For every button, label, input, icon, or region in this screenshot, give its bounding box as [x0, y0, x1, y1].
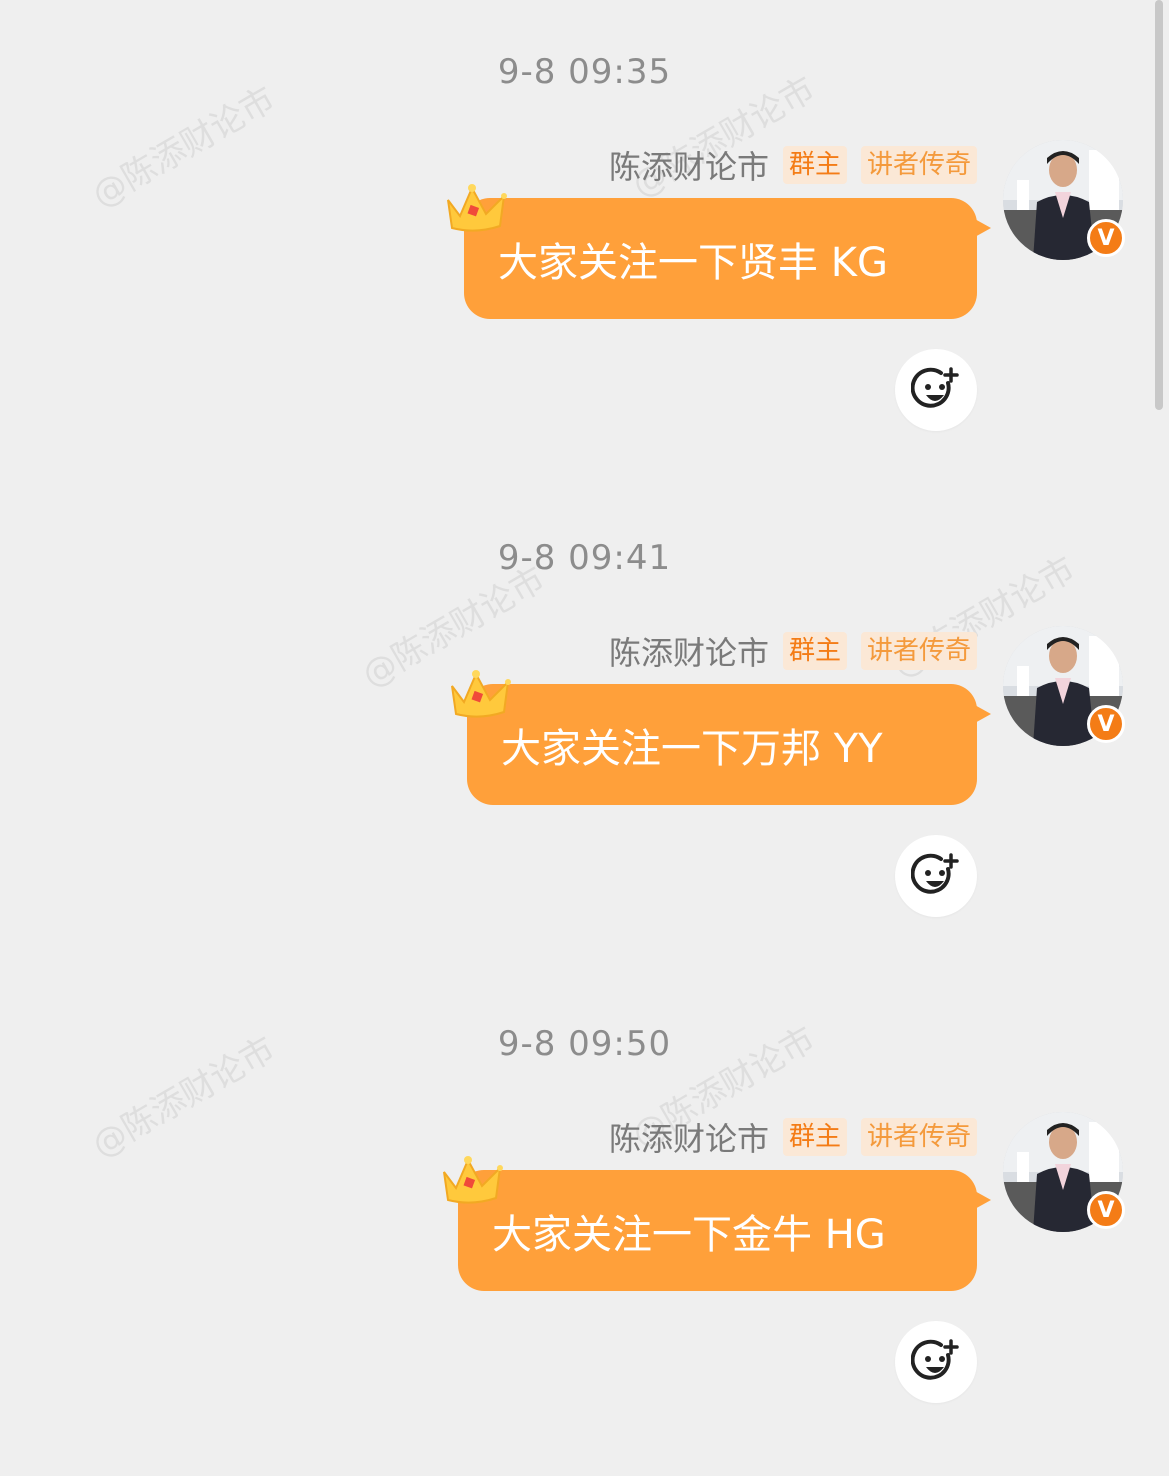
- message-timestamp: 9-8 09:50: [497, 1024, 672, 1064]
- crown-icon: [451, 670, 511, 718]
- emoji-add-button[interactable]: [895, 835, 977, 917]
- sender-name[interactable]: 陈添财论市: [609, 1114, 769, 1160]
- verified-v-icon: V: [1087, 219, 1125, 257]
- message-text: 大家关注一下贤丰 KG: [498, 239, 888, 286]
- message-timestamp: 9-8 09:41: [497, 538, 672, 578]
- message-group: 9-8 09:41 陈添财论市 群主 讲者传奇 大家关注一下万邦 YY V: [0, 486, 1169, 972]
- group-owner-badge: 群主: [782, 146, 847, 184]
- sender-row: 陈添财论市 群主 讲者传奇: [609, 1114, 977, 1160]
- message-text: 大家关注一下万邦 YY: [501, 725, 883, 772]
- emoji-add-button[interactable]: [895, 1321, 977, 1403]
- message-timestamp: 9-8 09:35: [497, 52, 672, 92]
- message-text: 大家关注一下金牛 HG: [492, 1211, 886, 1258]
- sender-row: 陈添财论市 群主 讲者传奇: [609, 628, 977, 674]
- message-group: 9-8 09:35 陈添财论市 群主 讲者传奇 大家关注一下贤丰 KG V: [0, 0, 1169, 486]
- crown-icon: [443, 1156, 503, 1204]
- message-bubble[interactable]: 大家关注一下贤丰 KG: [464, 198, 991, 319]
- sender-name[interactable]: 陈添财论市: [609, 628, 769, 674]
- message-group: 9-8 09:50 陈添财论市 群主 讲者传奇 大家关注一下金牛 HG V: [0, 972, 1169, 1458]
- emoji-add-icon: [911, 367, 959, 408]
- group-owner-badge: 群主: [782, 1118, 847, 1156]
- emoji-add-icon: [911, 1339, 959, 1380]
- sender-row: 陈添财论市 群主 讲者传奇: [609, 142, 977, 188]
- sender-name[interactable]: 陈添财论市: [609, 142, 769, 188]
- group-owner-badge: 群主: [782, 632, 847, 670]
- crown-icon: [447, 184, 507, 232]
- emoji-add-button[interactable]: [895, 349, 977, 431]
- emoji-add-icon: [911, 853, 959, 894]
- verified-v-icon: V: [1087, 705, 1125, 743]
- speaker-legend-badge: 讲者传奇: [860, 146, 977, 184]
- verified-v-icon: V: [1087, 1191, 1125, 1229]
- message-bubble[interactable]: 大家关注一下金牛 HG: [458, 1170, 991, 1291]
- speaker-legend-badge: 讲者传奇: [860, 632, 977, 670]
- message-bubble[interactable]: 大家关注一下万邦 YY: [467, 684, 991, 805]
- speaker-legend-badge: 讲者传奇: [860, 1118, 977, 1156]
